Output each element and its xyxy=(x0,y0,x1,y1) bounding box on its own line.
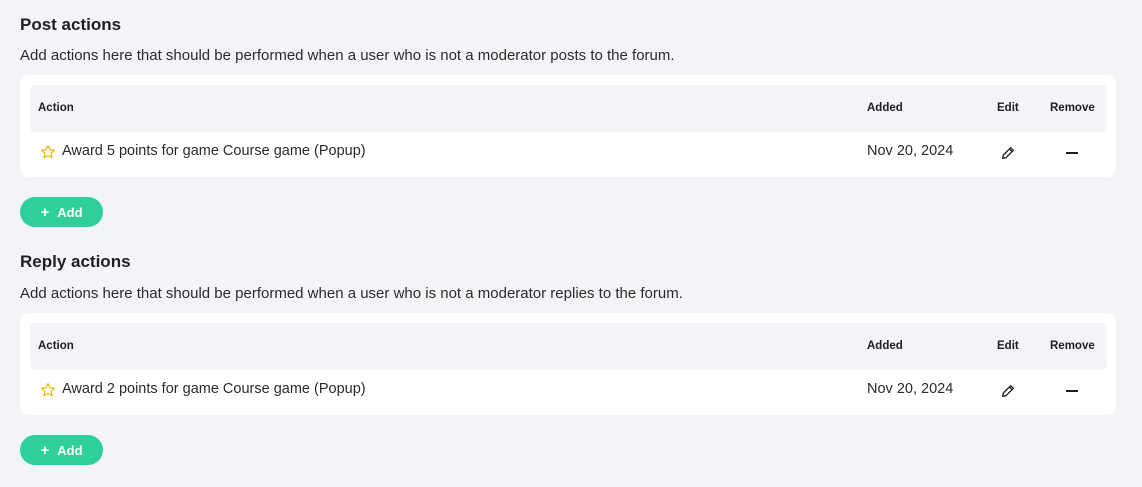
plus-icon: + xyxy=(40,203,50,221)
remove-button[interactable] xyxy=(1060,143,1086,163)
added-date: Nov 20, 2024 xyxy=(867,381,954,397)
column-edit: Edit xyxy=(997,102,1019,114)
post-actions-title: Post actions xyxy=(20,15,122,34)
pencil-icon xyxy=(1002,385,1014,397)
table-row: Award 5 points for game Course game (Pop… xyxy=(30,132,1107,177)
action-label: Award 5 points for game Course game (Pop… xyxy=(62,143,366,159)
reply-actions-table: Action Added Edit Remove Award 2 points … xyxy=(20,313,1116,415)
table-row: Award 2 points for game Course game (Pop… xyxy=(30,370,1107,415)
column-edit: Edit xyxy=(997,340,1019,352)
add-button-label: Add xyxy=(57,204,83,220)
column-action: Action xyxy=(38,340,74,352)
post-actions-table: Action Added Edit Remove Award 5 points … xyxy=(20,75,1116,177)
add-button-label: Add xyxy=(57,442,83,458)
minus-icon xyxy=(1066,152,1078,154)
edit-button[interactable] xyxy=(998,143,1018,163)
star-outline-icon xyxy=(41,145,55,159)
reply-add-button[interactable]: + Add xyxy=(20,435,103,465)
pencil-icon xyxy=(1002,147,1014,159)
plus-icon: + xyxy=(40,441,50,459)
action-label: Award 2 points for game Course game (Pop… xyxy=(62,381,366,397)
post-actions-description: Add actions here that should be performe… xyxy=(20,47,675,64)
column-action: Action xyxy=(38,102,74,114)
minus-icon xyxy=(1066,390,1078,392)
column-added: Added xyxy=(867,102,903,114)
edit-button[interactable] xyxy=(998,381,1018,401)
table-header: Action Added Edit Remove xyxy=(30,85,1107,132)
column-added: Added xyxy=(867,340,903,352)
reply-actions-description: Add actions here that should be performe… xyxy=(20,285,683,302)
reply-actions-title: Reply actions xyxy=(20,252,131,271)
column-remove: Remove xyxy=(1050,340,1095,352)
table-header: Action Added Edit Remove xyxy=(30,323,1107,370)
remove-button[interactable] xyxy=(1060,381,1086,401)
added-date: Nov 20, 2024 xyxy=(867,143,954,159)
post-add-button[interactable]: + Add xyxy=(20,197,103,227)
star-outline-icon xyxy=(41,383,55,397)
column-remove: Remove xyxy=(1050,102,1095,114)
